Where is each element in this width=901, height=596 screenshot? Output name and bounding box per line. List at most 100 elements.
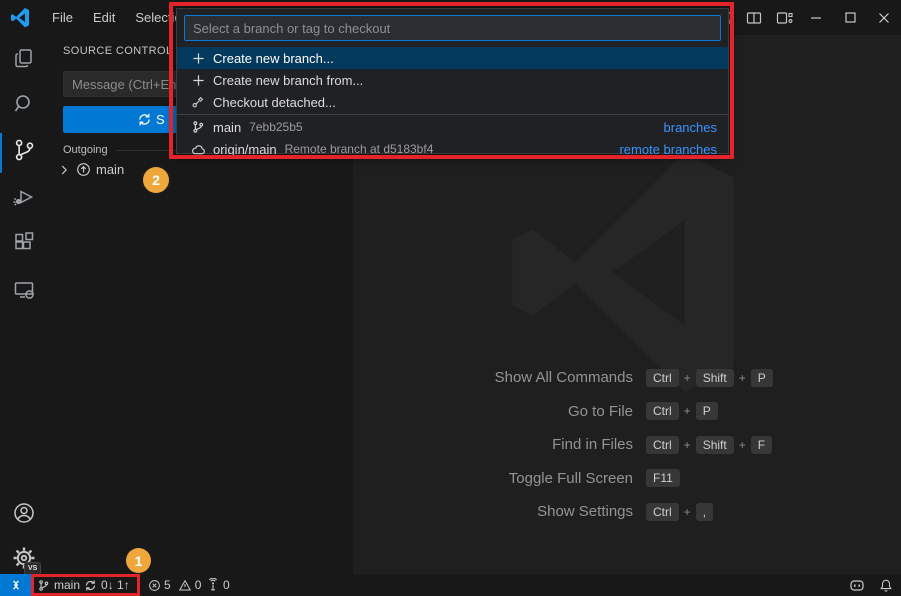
git-branch-icon xyxy=(37,579,50,592)
shortcut-keys: Ctrl+Shift+P xyxy=(646,369,773,387)
branch-input-placeholder: Select a branch or tag to checkout xyxy=(193,21,390,36)
shortcut-keys: Ctrl +, xyxy=(646,503,713,521)
watermark-shortcuts: Show All Commands Ctrl + Shift + P Go to File C… xyxy=(400,361,820,529)
notifications-bell-icon[interactable] xyxy=(879,578,893,593)
statusbar-branch-name: main xyxy=(54,578,80,592)
commit-message-placeholder: Message (Ctrl+En xyxy=(72,77,176,92)
shortcut-label: Show Settings xyxy=(400,503,633,520)
copilot-icon[interactable] xyxy=(849,578,865,592)
git-branch-icon xyxy=(190,119,206,135)
branch-item-main[interactable]: main 7ebb25b5 branches xyxy=(177,116,728,138)
annotation-badge-1: 1 xyxy=(126,548,151,573)
keycap: Ctrl xyxy=(646,402,679,420)
shortcut-keys: Ctrl + Shift + F xyxy=(646,436,772,454)
menu-edit[interactable]: Edit xyxy=(83,6,125,29)
outgoing-label: Outgoing xyxy=(63,144,108,156)
key-plus-separator: + xyxy=(684,404,691,418)
menu-file[interactable]: File xyxy=(42,6,83,29)
keycap: Shift xyxy=(696,436,734,454)
keycap: Ctrl xyxy=(646,436,679,454)
statusbar-branch-item[interactable]: main 0↓ 1↑ xyxy=(37,574,130,596)
branch-item-label: origin/main xyxy=(213,142,277,157)
shortcut-keys: F11 xyxy=(646,469,680,487)
disconnect-icon xyxy=(190,94,206,110)
annotation-badge-2: 2 xyxy=(143,167,169,193)
shortcut-row: Show All CommandsCtrl+Shift+P xyxy=(400,361,820,395)
shortcut-row: Find in Files Ctrl + Shift + F xyxy=(400,428,820,462)
error-count: 5 xyxy=(164,578,171,592)
split-editor-icon[interactable] xyxy=(739,0,769,35)
shortcut-label: Toggle Full Screen xyxy=(400,470,633,487)
branch-item-create-new-branch-from[interactable]: Create new branch from... xyxy=(177,69,728,91)
close-icon[interactable] xyxy=(867,0,901,35)
key-plus-separator: + xyxy=(739,371,746,385)
remote-indicator[interactable] xyxy=(0,574,31,596)
statusbar-sync-counts: 0↓ 1↑ xyxy=(101,578,130,592)
publish-arrow-up-icon xyxy=(76,162,91,177)
accounts-icon[interactable] xyxy=(0,490,47,536)
plus-icon xyxy=(190,72,206,88)
minimize-icon[interactable] xyxy=(799,0,833,35)
outgoing-branch-name: main xyxy=(96,162,124,177)
explorer-icon[interactable] xyxy=(0,35,47,81)
shortcut-row: Show Settings Ctrl +, xyxy=(400,495,820,529)
vscode-logo-icon xyxy=(10,8,30,28)
keycap: P xyxy=(696,402,718,420)
branch-quickpick: Select a branch or tag to checkout Creat… xyxy=(176,8,729,154)
maximize-icon[interactable] xyxy=(833,0,867,35)
branch-list: Create new branch... Create new branch fr… xyxy=(177,47,728,160)
branch-item-description: 7ebb25b5 xyxy=(249,120,302,134)
cloud-icon xyxy=(190,141,206,157)
outgoing-branch-row[interactable]: main xyxy=(57,162,124,177)
branch-search-input[interactable]: Select a branch or tag to checkout xyxy=(184,15,721,41)
key-plus-separator: + xyxy=(739,438,746,452)
key-plus-separator: + xyxy=(684,438,691,452)
shortcut-label: Find in Files xyxy=(400,436,633,453)
customize-layout-icon[interactable] xyxy=(769,0,799,35)
list-separator xyxy=(177,114,728,115)
branch-item-label: Checkout detached... xyxy=(213,95,336,110)
keycap: Shift xyxy=(696,369,734,387)
remote-icon xyxy=(9,578,23,592)
keycap: Ctrl xyxy=(646,369,679,387)
shortcut-row: Toggle Full Screen F11 xyxy=(400,462,820,496)
sync-icon xyxy=(137,112,152,127)
branch-item-link[interactable]: branches xyxy=(664,120,728,135)
vscode-window: FileEditSelection xyxy=(0,0,901,596)
ports-count: 0 xyxy=(223,578,230,592)
keycap: F11 xyxy=(646,469,680,487)
extensions-icon[interactable] xyxy=(0,220,47,266)
keycap: , xyxy=(696,503,713,521)
sidebar-title: SOURCE CONTROL xyxy=(63,45,173,57)
branch-item-label: main xyxy=(213,120,241,135)
keycap: Ctrl xyxy=(646,503,679,521)
plus-icon xyxy=(190,50,206,66)
branch-item-create-new-branch[interactable]: Create new branch... xyxy=(177,47,728,69)
key-plus-separator: + xyxy=(684,505,691,519)
statusbar-ports-item[interactable]: 0 xyxy=(206,574,230,596)
branch-item-checkout-detached[interactable]: Checkout detached... xyxy=(177,91,728,113)
branch-item-description: Remote branch at d5183bf4 xyxy=(285,142,434,156)
shortcut-row: Go to File Ctrl + P xyxy=(400,395,820,429)
status-bar: main 0↓ 1↑ 5 0 0 xyxy=(0,574,901,596)
run-and-debug-icon[interactable] xyxy=(0,174,47,220)
sync-icon xyxy=(84,579,97,592)
chevron-right-icon xyxy=(57,163,71,177)
remote-explorer-icon[interactable] xyxy=(0,267,47,313)
keycap: F xyxy=(751,436,772,454)
activity-bar: VS xyxy=(0,35,47,574)
sync-button-label: S xyxy=(156,112,165,127)
warning-count: 0 xyxy=(195,578,202,592)
error-icon xyxy=(148,579,161,592)
branch-item-origin-main[interactable]: origin/main Remote branch at d5183bf4 remo… xyxy=(177,138,728,160)
shortcut-label: Show All Commands xyxy=(400,369,633,386)
statusbar-problems-item[interactable]: 5 0 xyxy=(148,574,201,596)
shortcut-keys: Ctrl + P xyxy=(646,402,718,420)
source-control-icon[interactable] xyxy=(0,127,47,173)
branch-item-link[interactable]: remote branches xyxy=(619,142,728,157)
search-icon[interactable] xyxy=(0,81,47,127)
key-plus-separator: + xyxy=(684,371,691,385)
branch-item-label: Create new branch from... xyxy=(213,73,363,88)
ports-radio-tower-icon xyxy=(206,578,220,592)
shortcut-label: Go to File xyxy=(400,403,633,420)
